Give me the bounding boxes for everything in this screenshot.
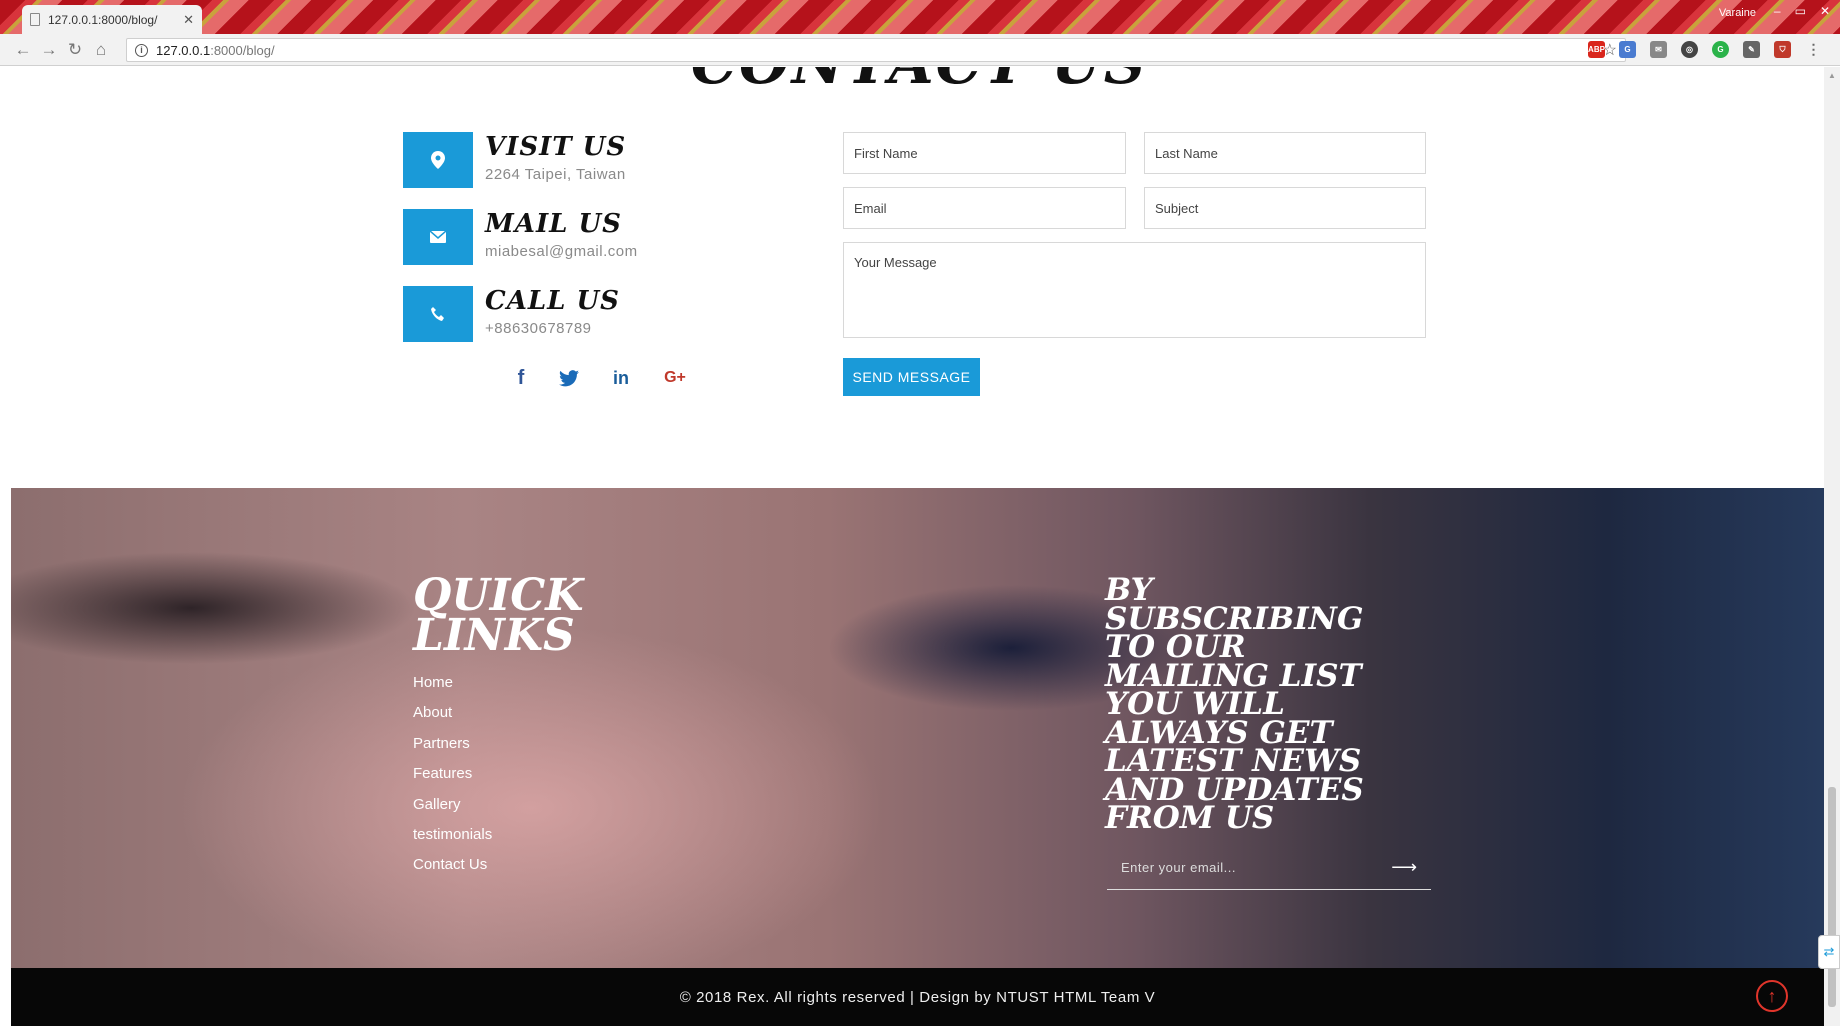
email-placeholder: Email — [854, 200, 887, 216]
submit-arrow-icon[interactable]: ⟶ — [1391, 857, 1417, 878]
linkedin-icon[interactable]: in — [609, 366, 633, 390]
scroll-up-arrow-icon[interactable]: ▲ — [1828, 71, 1836, 80]
maximize-icon[interactable]: ▭ — [1795, 4, 1806, 18]
footer-background-image: QUICK LINKS Home About Partners Features… — [11, 488, 1824, 968]
url-path: :8000/blog/ — [210, 42, 275, 58]
eyedropper-icon[interactable]: ✎ — [1743, 41, 1760, 58]
menu-icon[interactable]: ⋮ — [1805, 41, 1822, 58]
google-plus-icon[interactable]: G+ — [663, 366, 687, 390]
subject-field[interactable]: Subject — [1144, 187, 1426, 229]
first-name-field[interactable]: First Name — [843, 132, 1126, 174]
page-viewport: CONTACT US VISIT US 2264 Taipei, Taiwan … — [11, 67, 1824, 1026]
visit-us-item: VISIT US 2264 Taipei, Taiwan — [403, 132, 763, 188]
twitter-icon[interactable] — [557, 366, 581, 390]
tab-title: 127.0.0.1:8000/blog/ — [48, 12, 158, 27]
newsletter-email-placeholder: Enter your email... — [1121, 860, 1236, 875]
forward-icon[interactable]: → — [36, 37, 62, 63]
footer-link-features[interactable]: Features — [413, 765, 492, 795]
call-us-item: CALL US +88630678789 — [403, 286, 763, 342]
send-message-button[interactable]: SEND MESSAGE — [843, 358, 980, 396]
footer-link-partners[interactable]: Partners — [413, 735, 492, 765]
last-name-field[interactable]: Last Name — [1144, 132, 1426, 174]
browser-toolbar: ← → ↻ ⌂ i 127.0.0.1 :8000/blog/ ☆ ABP G … — [0, 34, 1840, 66]
address-bar[interactable]: i 127.0.0.1 :8000/blog/ ☆ — [126, 38, 1626, 62]
translate-icon[interactable]: G — [1619, 41, 1636, 58]
page-scrollbar[interactable]: ▲ — [1824, 67, 1840, 1026]
footer-link-testimonials[interactable]: testimonials — [413, 826, 492, 856]
mail-us-item: MAIL US miabesal@gmail.com — [403, 209, 763, 265]
message-textarea[interactable]: Your Message — [843, 242, 1426, 338]
email-field[interactable]: Email — [843, 187, 1126, 229]
footer-link-about[interactable]: About — [413, 704, 492, 734]
home-icon[interactable]: ⌂ — [88, 37, 114, 63]
call-us-title: CALL US — [485, 286, 620, 316]
quick-links-heading: QUICK LINKS — [413, 570, 584, 662]
copyright-bar: © 2018 Rex. All rights reserved | Design… — [11, 968, 1824, 1026]
side-widget-icon[interactable]: ⇄ — [1818, 935, 1840, 969]
contact-heading: CONTACT US — [691, 67, 1148, 97]
footer-link-contact-us[interactable]: Contact Us — [413, 856, 492, 886]
footer-link-home[interactable]: Home — [413, 674, 492, 704]
envelope-icon — [403, 209, 473, 265]
phone-text[interactable]: +88630678789 — [485, 320, 592, 337]
window-controls: – ▭ ✕ — [1774, 4, 1830, 18]
phone-icon — [403, 286, 473, 342]
first-name-placeholder: First Name — [854, 145, 918, 161]
extension-icon[interactable]: ◎ — [1681, 41, 1698, 58]
grammarly-icon[interactable]: G — [1712, 41, 1729, 58]
email-text[interactable]: miabesal@gmail.com — [485, 243, 638, 260]
url-host: 127.0.0.1 — [156, 42, 211, 58]
address-text: 2264 Taipei, Taiwan — [485, 166, 626, 183]
map-marker-icon — [403, 132, 473, 188]
mail-checker-icon[interactable]: ✉ — [1650, 41, 1667, 58]
copyright-text: © 2018 Rex. All rights reserved | Design… — [679, 988, 1156, 1006]
tab-close-icon[interactable]: ✕ — [183, 12, 194, 28]
visit-us-title: VISIT US — [485, 132, 627, 162]
footer-link-gallery[interactable]: Gallery — [413, 796, 492, 826]
browser-tab-strip: 127.0.0.1:8000/blog/ ✕ Varaine – ▭ ✕ — [0, 0, 1840, 34]
subscribe-heading: BY SUBSCRIBING TO OUR MAILING LIST YOU W… — [1105, 572, 1364, 837]
minimize-icon[interactable]: – — [1774, 4, 1781, 18]
extension-icons: ABP G ✉ ◎ G ✎ ⛉ ⋮ — [1588, 41, 1822, 58]
scrollbar-thumb[interactable] — [1828, 787, 1836, 1007]
adblock-icon[interactable]: ABP — [1588, 41, 1605, 58]
quick-links-list: Home About Partners Features Gallery tes… — [413, 674, 492, 887]
subject-placeholder: Subject — [1155, 200, 1199, 216]
facebook-icon[interactable]: f — [509, 366, 533, 390]
back-to-top-arrow-icon[interactable]: ↑ — [1756, 980, 1788, 1012]
close-window-icon[interactable]: ✕ — [1820, 4, 1830, 18]
mail-us-title: MAIL US — [485, 209, 622, 239]
last-name-placeholder: Last Name — [1155, 145, 1218, 161]
browser-tab[interactable]: 127.0.0.1:8000/blog/ ✕ — [22, 5, 202, 34]
newsletter-email-input[interactable]: Enter your email... ⟶ — [1107, 846, 1431, 890]
info-icon[interactable]: i — [135, 43, 148, 57]
message-placeholder: Your Message — [854, 255, 937, 270]
back-icon[interactable]: ← — [10, 37, 36, 63]
shield-icon[interactable]: ⛉ — [1774, 41, 1791, 58]
page-icon — [30, 13, 40, 26]
profile-name[interactable]: Varaine — [1719, 7, 1756, 19]
reload-icon[interactable]: ↻ — [62, 37, 88, 63]
